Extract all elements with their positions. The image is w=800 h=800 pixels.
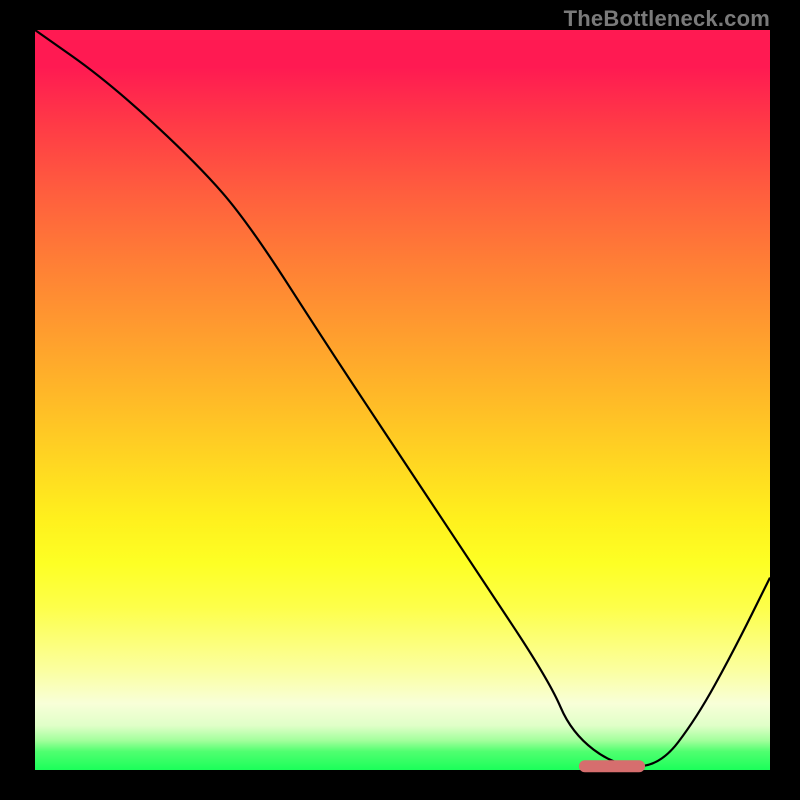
optimum-marker xyxy=(579,760,645,772)
watermark-text: TheBottleneck.com xyxy=(564,6,770,32)
bottleneck-curve xyxy=(35,30,770,766)
chart-svg xyxy=(35,30,770,770)
chart-container: TheBottleneck.com xyxy=(0,0,800,800)
